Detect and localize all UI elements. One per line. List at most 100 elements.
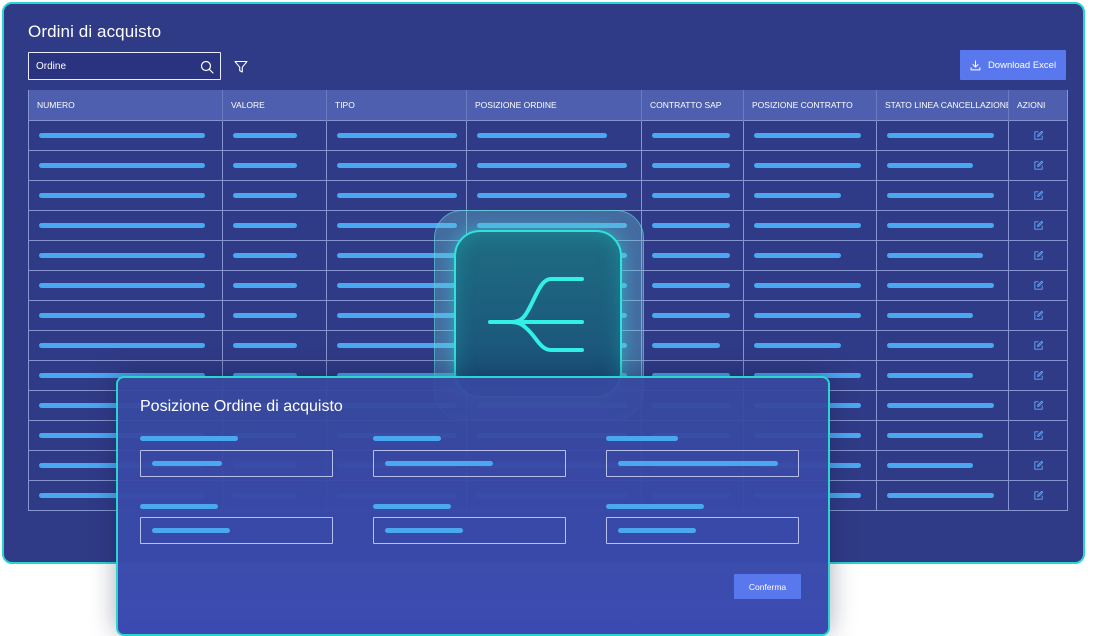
table-cell-actions: [1008, 210, 1068, 241]
edit-icon[interactable]: [1033, 220, 1044, 231]
cell-value-placeholder: [652, 163, 730, 168]
cell-value-placeholder: [652, 313, 730, 318]
cell-value-placeholder: [887, 133, 994, 138]
cell-value-placeholder: [887, 283, 994, 288]
cell-value-placeholder: [754, 313, 861, 318]
modal-field[interactable]: [606, 517, 799, 544]
cell-value-placeholder: [233, 193, 297, 198]
edit-icon[interactable]: [1033, 310, 1044, 321]
download-excel-label: Download Excel: [987, 59, 1057, 71]
edit-icon[interactable]: [1033, 190, 1044, 201]
table-cell: [876, 210, 1009, 241]
cell-value-placeholder: [754, 253, 841, 258]
edit-icon[interactable]: [1033, 250, 1044, 261]
position-modal: Posizione Ordine di acquisto Conferma: [116, 376, 830, 636]
table-row[interactable]: [28, 120, 1068, 151]
table-cell: [222, 210, 327, 241]
edit-icon[interactable]: [1033, 430, 1044, 441]
download-excel-button[interactable]: Download Excel: [960, 50, 1066, 80]
filter-icon[interactable]: [234, 60, 248, 74]
edit-icon[interactable]: [1033, 160, 1044, 171]
cell-value-placeholder: [887, 163, 973, 168]
modal-field[interactable]: [606, 450, 799, 477]
table-cell: [743, 150, 877, 181]
table-cell-actions: [1008, 300, 1068, 331]
search-icon[interactable]: [200, 60, 214, 74]
column-header-numero[interactable]: NUMERO: [28, 90, 223, 121]
cell-value-placeholder: [337, 163, 457, 168]
cell-value-placeholder: [652, 133, 730, 138]
edit-icon[interactable]: [1033, 130, 1044, 141]
edit-icon[interactable]: [1033, 460, 1044, 471]
cell-value-placeholder: [652, 343, 720, 348]
field-label-placeholder: [373, 436, 441, 441]
table-cell: [222, 180, 327, 211]
table-cell: [28, 120, 223, 151]
table-cell: [743, 210, 877, 241]
modal-title: Posizione Ordine di acquisto: [140, 398, 343, 415]
edit-icon[interactable]: [1033, 400, 1044, 411]
cell-value-placeholder: [39, 163, 205, 168]
column-header-posizione-ordine[interactable]: POSIZIONE ORDINE: [466, 90, 642, 121]
hero-tile: [454, 230, 622, 398]
table-cell-actions: [1008, 480, 1068, 511]
cell-value-placeholder: [887, 463, 973, 468]
field-label-placeholder: [373, 504, 451, 509]
modal-field[interactable]: [373, 517, 566, 544]
field-value-placeholder: [618, 461, 778, 466]
cell-value-placeholder: [652, 223, 730, 228]
cell-value-placeholder: [233, 163, 297, 168]
cell-value-placeholder: [652, 283, 730, 288]
table-cell: [876, 300, 1009, 331]
cell-value-placeholder: [233, 283, 297, 288]
confirm-button[interactable]: Conferma: [734, 574, 801, 599]
cell-value-placeholder: [887, 373, 973, 378]
table-cell: [222, 330, 327, 361]
table-cell: [28, 330, 223, 361]
edit-icon[interactable]: [1033, 370, 1044, 381]
cell-value-placeholder: [652, 193, 730, 198]
search-box[interactable]: [28, 52, 221, 80]
table-cell: [222, 150, 327, 181]
column-header-stato-linea-cancellazione[interactable]: STATO LINEA CANCELLAZIONE: [876, 90, 1009, 121]
table-cell: [28, 270, 223, 301]
column-header-azioni: AZIONI: [1008, 90, 1068, 121]
search-input[interactable]: [36, 53, 196, 79]
table-cell: [876, 120, 1009, 151]
cell-value-placeholder: [39, 133, 205, 138]
table-cell: [326, 120, 467, 151]
field-label-placeholder: [140, 504, 218, 509]
cell-value-placeholder: [754, 193, 841, 198]
table-cell-actions: [1008, 420, 1068, 451]
cell-value-placeholder: [477, 193, 627, 198]
table-cell-actions: [1008, 330, 1068, 361]
merge-icon: [488, 277, 584, 352]
table-cell: [28, 210, 223, 241]
table-cell: [222, 240, 327, 271]
edit-icon[interactable]: [1033, 280, 1044, 291]
cell-value-placeholder: [39, 193, 205, 198]
cell-value-placeholder: [754, 163, 861, 168]
cell-value-placeholder: [337, 193, 457, 198]
column-header-contratto-sap[interactable]: CONTRATTO SAP: [641, 90, 744, 121]
cell-value-placeholder: [477, 133, 607, 138]
cell-value-placeholder: [233, 253, 297, 258]
field-value-placeholder: [618, 528, 696, 533]
table-cell: [876, 360, 1009, 391]
column-header-posizione-contratto[interactable]: POSIZIONE CONTRATTO: [743, 90, 877, 121]
modal-field[interactable]: [140, 450, 333, 477]
column-header-valore[interactable]: VALORE: [222, 90, 327, 121]
modal-field[interactable]: [140, 517, 333, 544]
table-row[interactable]: [28, 150, 1068, 181]
table-cell: [876, 330, 1009, 361]
edit-icon[interactable]: [1033, 340, 1044, 351]
field-label-placeholder: [140, 436, 238, 441]
table-cell: [876, 390, 1009, 421]
edit-icon[interactable]: [1033, 490, 1044, 501]
field-value-placeholder: [385, 461, 493, 466]
column-header-tipo[interactable]: TIPO: [326, 90, 467, 121]
table-cell: [743, 120, 877, 151]
table-cell: [326, 180, 467, 211]
modal-field[interactable]: [373, 450, 566, 477]
table-row[interactable]: [28, 180, 1068, 211]
